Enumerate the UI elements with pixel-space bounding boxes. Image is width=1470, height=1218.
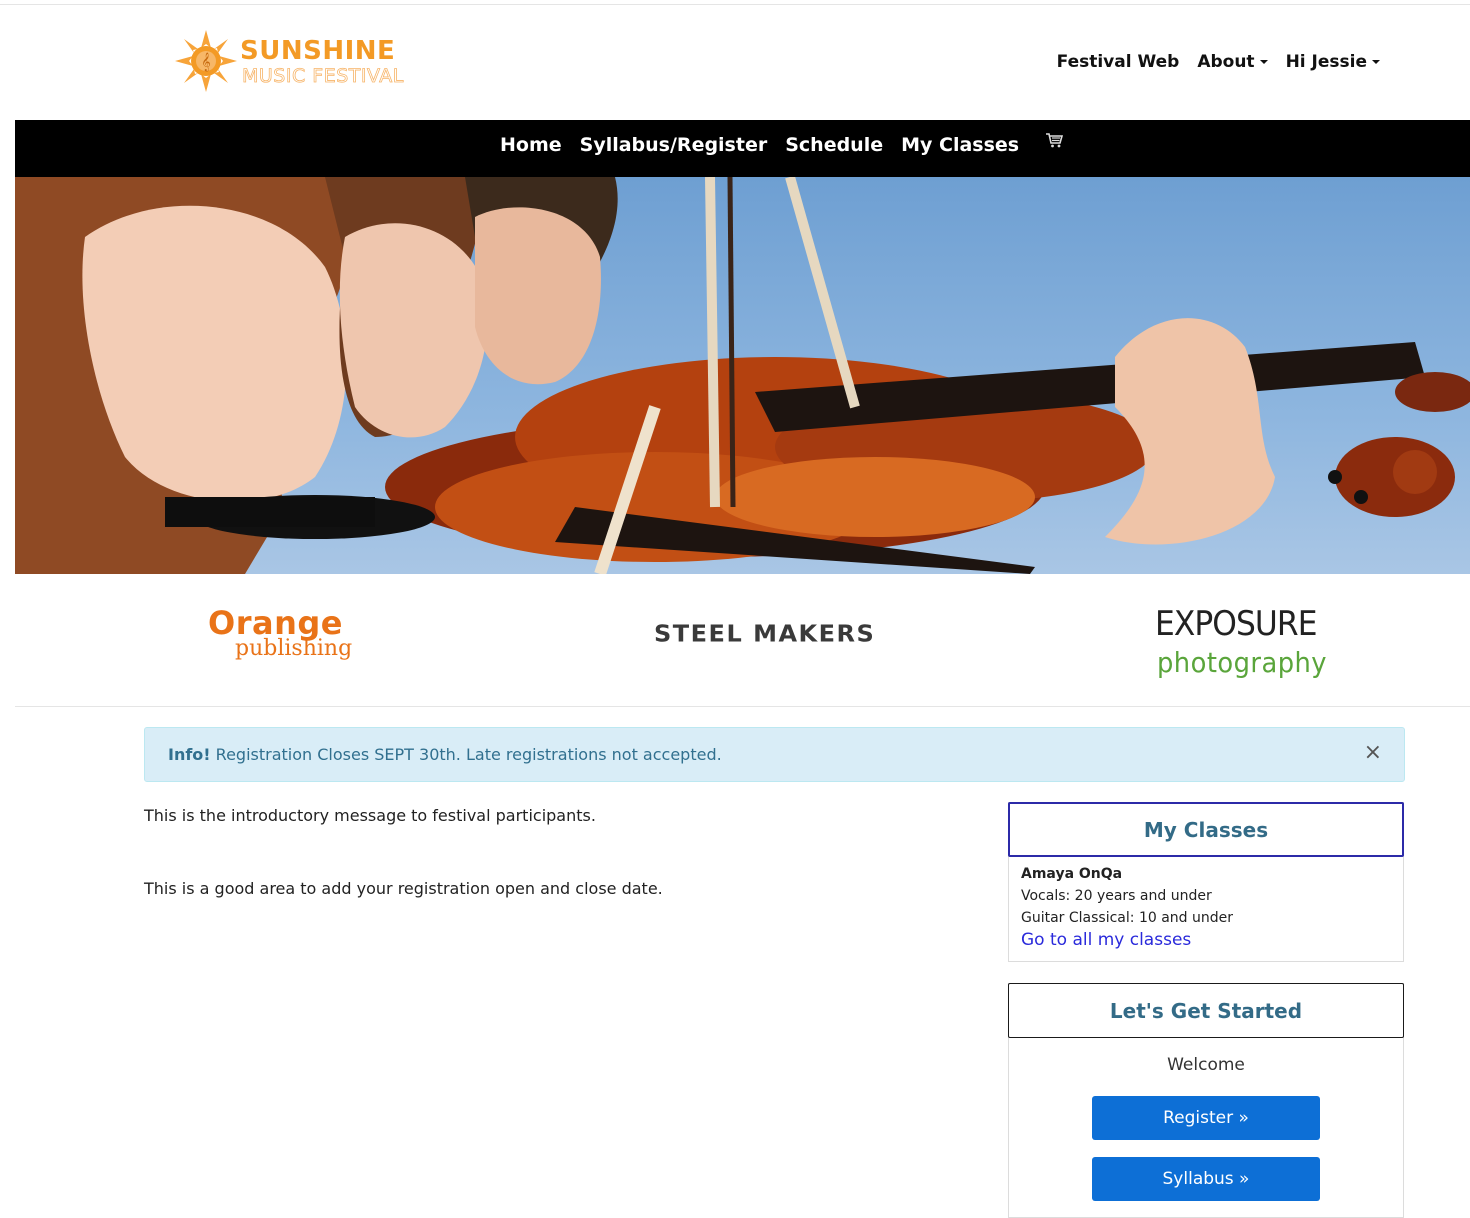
top-divider — [0, 4, 1470, 5]
festival-web-link[interactable]: Festival Web — [1057, 52, 1180, 72]
get-started-panel: Let's Get Started Welcome Register » Syl… — [1008, 983, 1404, 1218]
orange-logo-subword: publishing — [235, 636, 353, 661]
top-nav: Festival Web About Hi Jessie — [1057, 52, 1380, 72]
my-classes-header: My Classes — [1008, 802, 1404, 857]
class-item: Vocals: 20 years and under — [1021, 888, 1212, 904]
my-classes-title: My Classes — [1143, 817, 1269, 842]
student-name: Amaya OnQa — [1021, 866, 1123, 882]
site-logo[interactable]: 𝄞 SUNSHINE MUSIC FESTIVAL — [175, 30, 425, 96]
alert-label: Info! — [168, 745, 211, 764]
caret-down-icon — [1259, 60, 1268, 64]
syllabus-button[interactable]: Syllabus » — [1092, 1157, 1320, 1201]
sponsor-logos: Orange publishing STEEL MAKERS EXPOSURE … — [0, 590, 1470, 680]
my-classes-panel: My Classes Amaya OnQa Vocals: 20 years a… — [1008, 802, 1404, 962]
get-started-title: Let's Get Started — [1109, 998, 1303, 1023]
about-label: About — [1197, 52, 1255, 72]
orange-publishing-logo[interactable]: Orange publishing — [208, 604, 378, 666]
nav-syllabus-register[interactable]: Syllabus/Register — [580, 134, 768, 156]
sunburst-icon: 𝄞 — [175, 30, 237, 92]
caret-down-icon — [1372, 60, 1380, 64]
violinists-illustration — [15, 177, 1470, 574]
exposure-photography-logo[interactable]: EXPOSURE photography — [1155, 604, 1355, 679]
shopping-cart-icon[interactable] — [1045, 132, 1063, 148]
about-menu[interactable]: About — [1197, 52, 1268, 72]
logo-title: SUNSHINE — [240, 36, 396, 66]
nav-my-classes[interactable]: My Classes — [901, 134, 1019, 156]
get-started-header: Let's Get Started — [1008, 983, 1404, 1038]
welcome-text: Welcome — [1167, 1055, 1245, 1075]
class-item: Guitar Classical: 10 and under — [1021, 910, 1233, 926]
logo-subtitle: MUSIC FESTIVAL — [242, 65, 404, 88]
user-menu[interactable]: Hi Jessie — [1286, 52, 1380, 72]
user-greeting: Hi Jessie — [1285, 52, 1367, 72]
info-alert: Info! Registration Closes SEPT 30th. Lat… — [144, 727, 1405, 782]
alert-message: Info! Registration Closes SEPT 30th. Lat… — [168, 745, 722, 764]
steel-makers-logo[interactable]: STEEL MAKERS — [654, 621, 875, 648]
exposure-logo-word: EXPOSURE — [1155, 604, 1317, 644]
nav-home[interactable]: Home — [500, 134, 562, 156]
nav-schedule[interactable]: Schedule — [785, 134, 883, 156]
dates-message: This is a good area to add your registra… — [144, 879, 663, 898]
alert-text: Registration Closes SEPT 30th. Late regi… — [210, 745, 722, 764]
hero-image — [15, 177, 1470, 574]
intro-message: This is the introductory message to fest… — [144, 806, 596, 825]
section-divider — [15, 706, 1470, 707]
svg-text:𝄞: 𝄞 — [201, 52, 210, 72]
close-icon[interactable]: × — [1364, 742, 1382, 764]
all-classes-link[interactable]: Go to all my classes — [1021, 930, 1391, 950]
exposure-logo-subword: photography — [1157, 646, 1328, 679]
main-nav: Home Syllabus/Register Schedule My Class… — [15, 120, 1470, 177]
register-button[interactable]: Register » — [1092, 1096, 1320, 1140]
